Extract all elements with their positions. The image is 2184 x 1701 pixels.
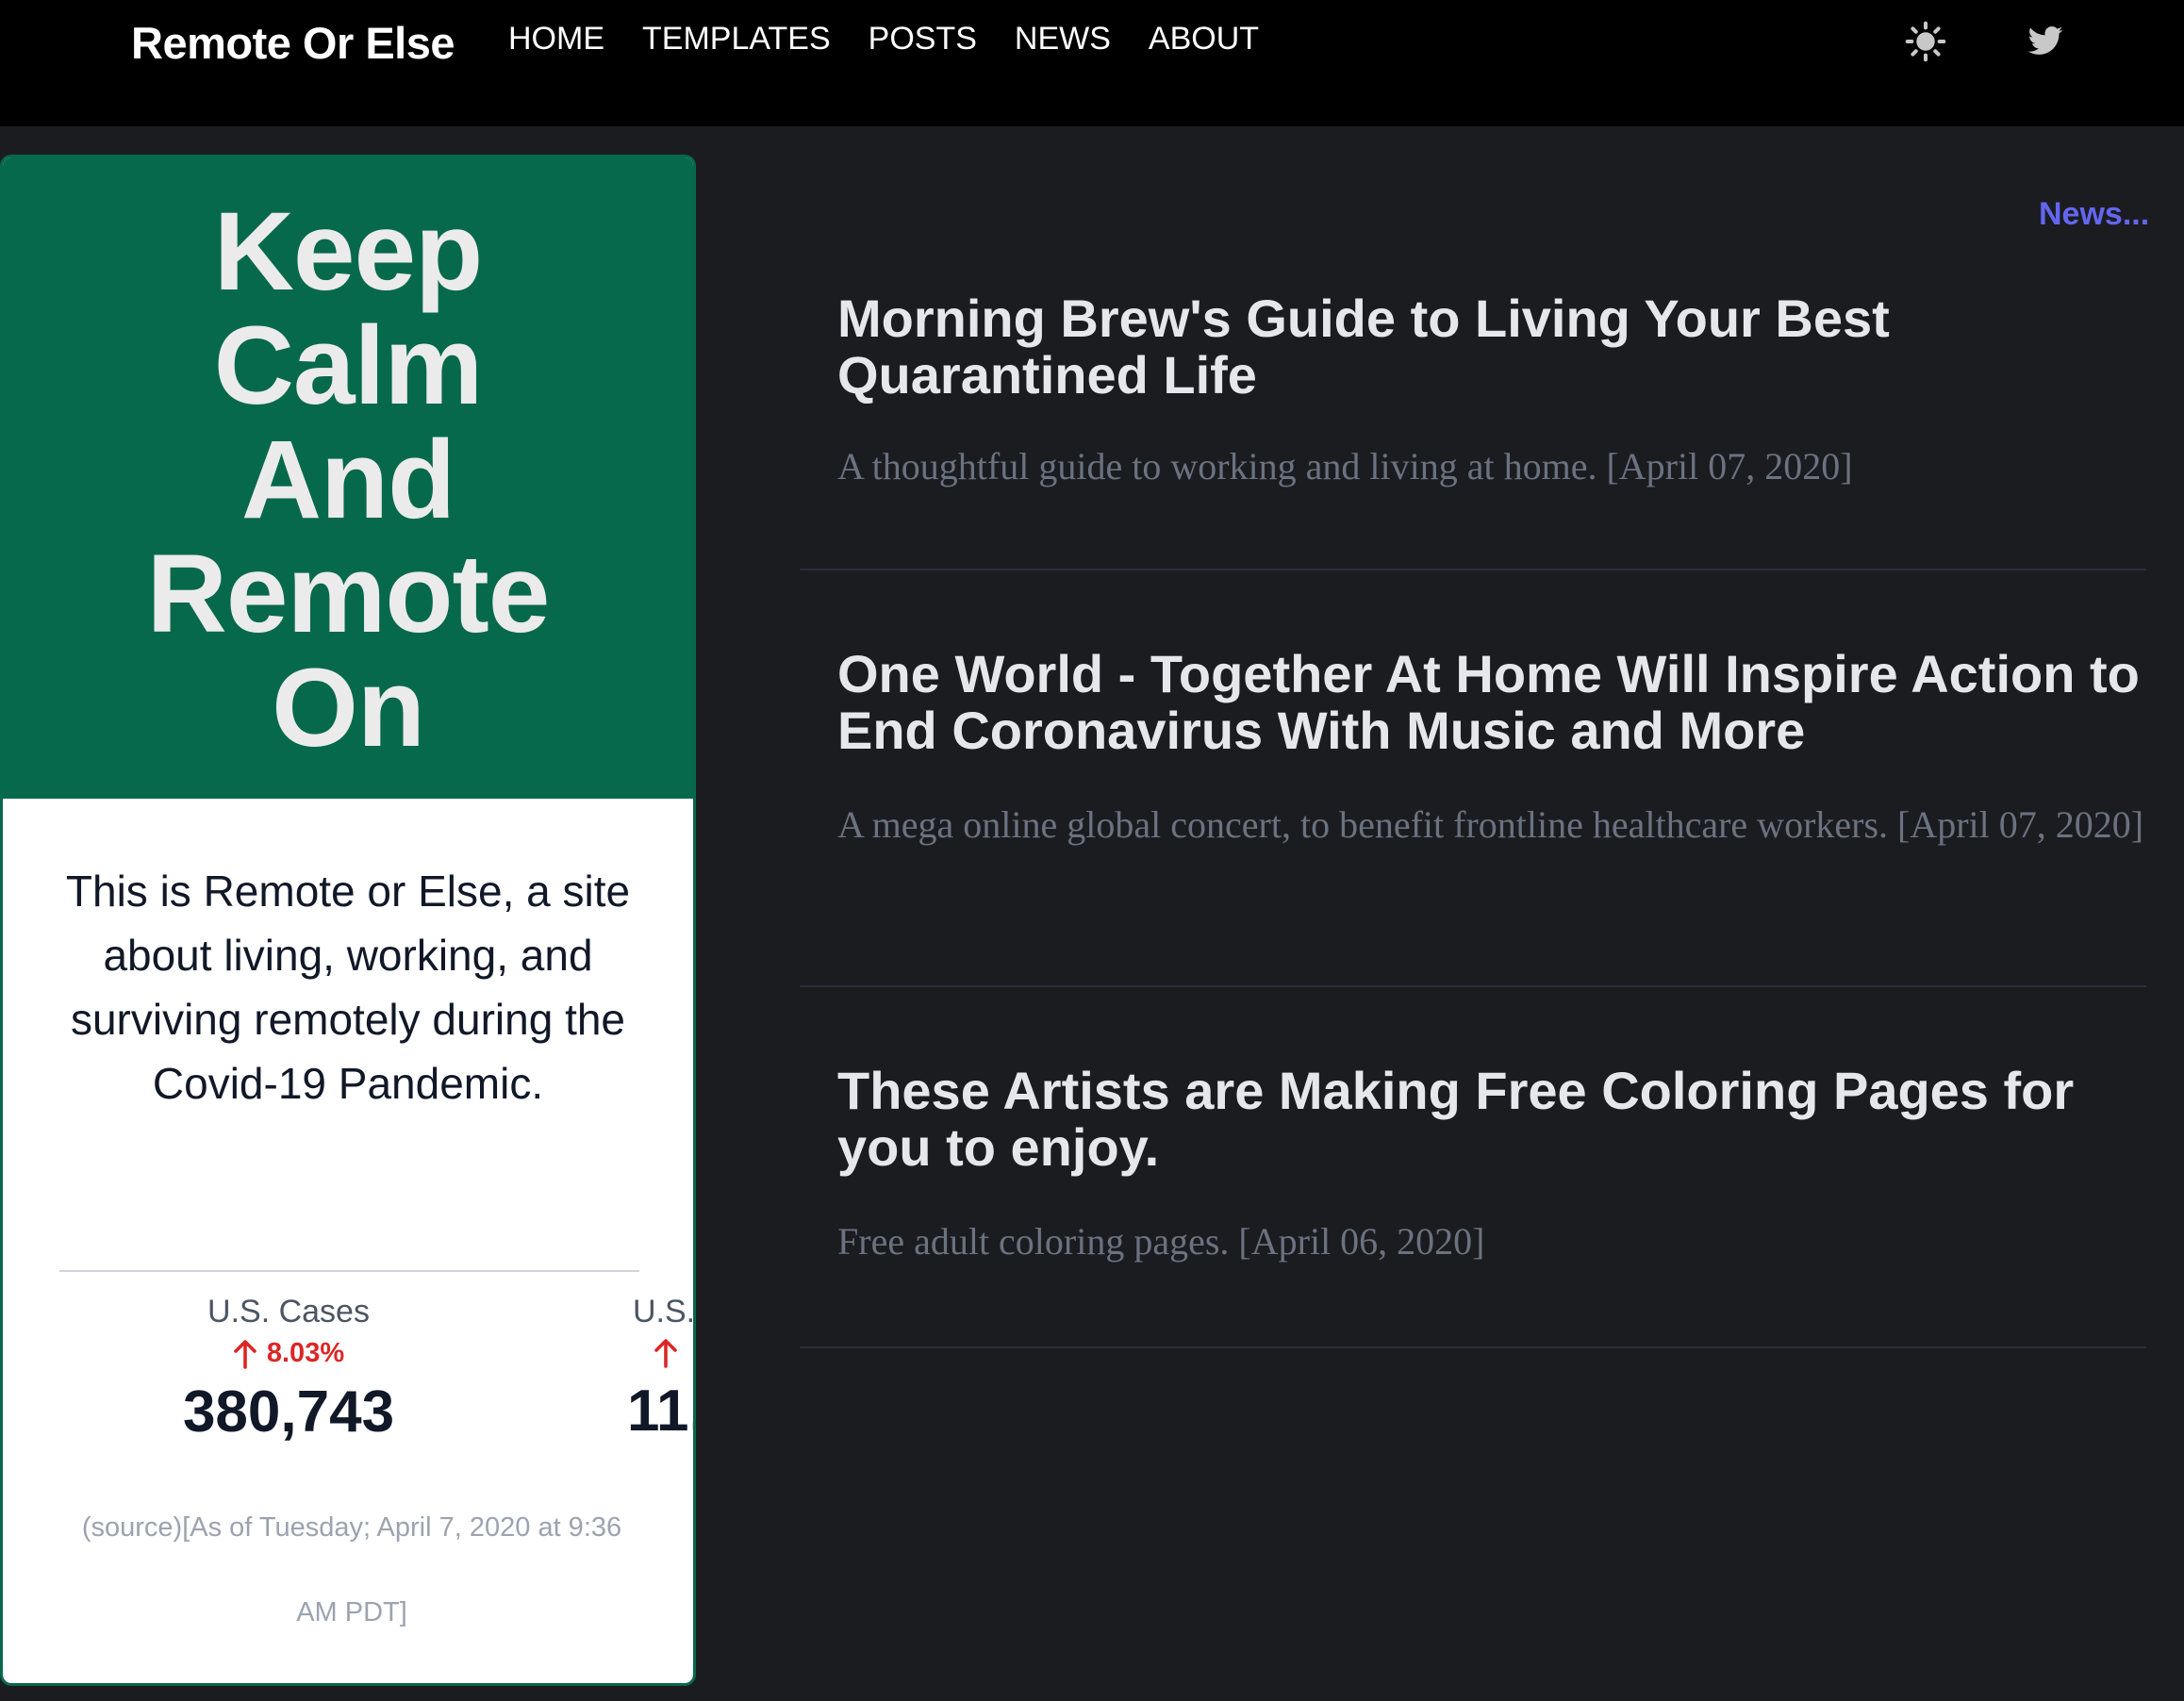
article-card[interactable]: Morning Brew's Guide to Living Your Best… (800, 264, 2146, 570)
hero-banner: Keep Calm And Remote On (3, 157, 693, 799)
nav-templates[interactable]: TEMPLATES (642, 21, 831, 58)
stat-value: 380,743 (182, 1379, 395, 1445)
hero-line: On (272, 646, 425, 770)
article-title[interactable]: Morning Brew's Guide to Living Your Best… (837, 290, 2148, 404)
article-description: A mega online global concert, to benefit… (837, 803, 2144, 846)
stat-label: U.S. Cases (207, 1294, 370, 1329)
article-description: Free adult coloring pages. [April 06, 20… (837, 1220, 1485, 1263)
article-card[interactable]: These Artists are Making Free Coloring P… (800, 987, 2146, 1348)
twitter-icon[interactable] (2027, 23, 2064, 60)
stat-value: 11, (627, 1379, 693, 1444)
divider (59, 1270, 639, 1272)
stat-change (654, 1338, 693, 1368)
stat-us-second: U.S. 11, (614, 1294, 693, 1445)
stat-label: U.S. (633, 1294, 693, 1329)
article-title[interactable]: These Artists are Making Free Coloring P… (837, 1063, 2148, 1176)
source-line[interactable]: (source)[As of Tuesday; April 7, 2020 at… (69, 1485, 635, 1570)
nav-posts[interactable]: POSTS (869, 21, 977, 58)
arrow-up-icon (654, 1339, 677, 1368)
hero-line: Calm (213, 304, 484, 428)
sidebar-card: Keep Calm And Remote On This is Remote o… (0, 155, 696, 1686)
sun-icon[interactable] (1905, 21, 1946, 62)
site-brand[interactable]: Remote Or Else (131, 17, 455, 69)
covid-stats: U.S. Cases 8.03% 380,743 U.S. 11, (3, 1294, 693, 1454)
hero-line: Keep (213, 190, 484, 314)
article-card[interactable]: One World - Together At Home Will Inspir… (800, 570, 2146, 987)
main-nav: HOME TEMPLATES POSTS NEWS ABOUT (508, 21, 1259, 58)
site-intro: This is Remote or Else, a site about liv… (65, 867, 631, 1108)
hero-line: Remote (146, 532, 551, 656)
arrow-up-icon (234, 1339, 256, 1369)
stat-us-cases: U.S. Cases 8.03% 380,743 (133, 1294, 444, 1445)
stat-change-value: 8.03% (266, 1338, 345, 1368)
article-description: A thoughtful guide to working and living… (837, 445, 1853, 487)
nav-about[interactable]: ABOUT (1149, 21, 1259, 58)
top-navbar: Remote Or Else HOME TEMPLATES POSTS NEWS… (0, 0, 2184, 126)
stat-change: 8.03% (133, 1338, 444, 1369)
nav-home[interactable]: HOME (508, 21, 604, 58)
hero-line: And (240, 418, 455, 542)
article-title[interactable]: One World - Together At Home Will Inspir… (837, 646, 2148, 759)
nav-news[interactable]: NEWS (1015, 21, 1111, 58)
hero-title: Keep Calm And Remote On (3, 195, 693, 766)
source-note: (source)[As of Tuesday; April 7, 2020 at… (69, 1485, 635, 1655)
news-more-link[interactable]: News... (2039, 196, 2149, 233)
source-line: AM PDT] (296, 1597, 407, 1627)
